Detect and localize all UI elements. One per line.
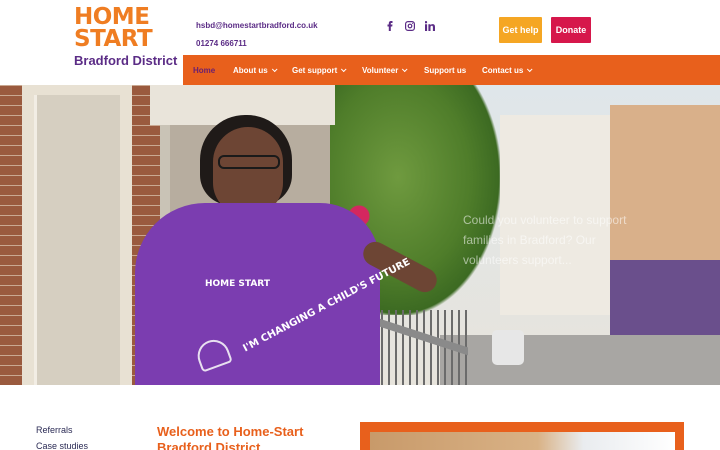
linkedin-icon[interactable] (423, 19, 437, 33)
chevron-down-icon (527, 66, 533, 73)
nav-item-home[interactable]: Home (193, 55, 215, 85)
feature-image (370, 432, 675, 450)
hero-overlay-text: Could you volunteer to support families … (463, 213, 627, 267)
main-nav: Home About us Get support Volunteer Supp… (183, 55, 720, 85)
nav-item-volunteer[interactable]: Volunteer (362, 55, 408, 85)
chevron-down-icon (341, 66, 347, 73)
nav-item-contact-us[interactable]: Contact us (482, 55, 533, 85)
hero-car (492, 330, 524, 365)
nav-item-label: Volunteer (362, 65, 399, 75)
hero-door (34, 95, 120, 385)
instagram-icon[interactable] (403, 19, 417, 33)
hero-street (440, 335, 720, 385)
email-link[interactable]: hsbd@homestartbradford.co.uk (196, 21, 318, 30)
hero-banner: HOME START I'M CHANGING A CHILD'S FUTURE… (0, 85, 720, 385)
sidebar-link-case-studies[interactable]: Case studies (36, 441, 88, 450)
nav-item-support-us[interactable]: Support us (424, 55, 466, 85)
donate-button[interactable]: Donate (551, 17, 591, 43)
person-glasses (218, 155, 280, 169)
sidebar-link-referrals[interactable]: Referrals (36, 425, 73, 435)
hero-shopfront (610, 260, 720, 340)
hero-volunteer-photo: HOME START I'M CHANGING A CHILD'S FUTURE (125, 115, 441, 385)
nav-item-label: Contact us (482, 65, 524, 75)
get-help-button[interactable]: Get help (499, 17, 542, 43)
nav-item-label: Home (193, 65, 216, 75)
chevron-down-icon (402, 66, 408, 73)
home-start-logo[interactable]: HOME START Bradford District (74, 6, 178, 70)
logo-start-text: START (74, 26, 153, 52)
chevron-down-icon (271, 66, 278, 73)
nav-item-get-support[interactable]: Get support (292, 55, 347, 85)
facebook-icon[interactable] (383, 19, 397, 33)
nav-item-label: Get support (292, 65, 338, 75)
nav-item-about-us[interactable]: About us (233, 55, 278, 85)
welcome-heading: Welcome to Home-Start Bradford District (157, 424, 304, 450)
tshirt-logo-text: HOME START (205, 279, 270, 289)
nav-item-label: Support us (424, 65, 467, 75)
logo-district-text: Bradford District (74, 53, 178, 68)
nav-item-label: About us (233, 65, 268, 75)
phone-link[interactable]: 01274 666711 (196, 39, 247, 48)
person-face (213, 127, 283, 215)
